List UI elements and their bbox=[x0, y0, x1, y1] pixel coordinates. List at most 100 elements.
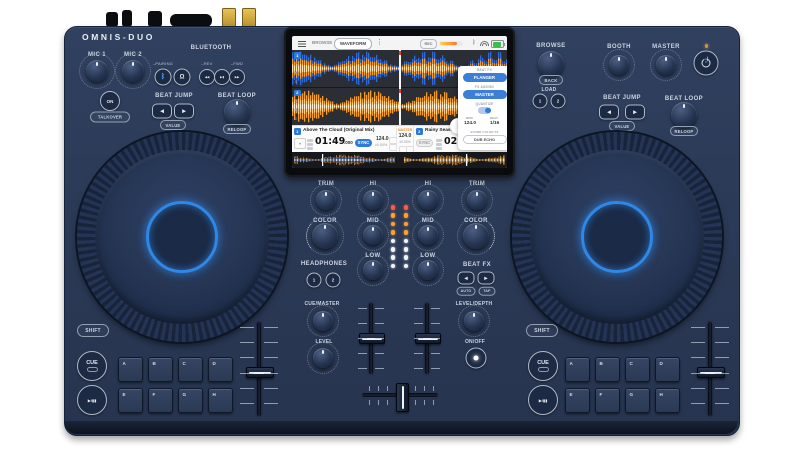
grid-icon[interactable]: ≡ bbox=[295, 80, 298, 85]
jog-wheel-right[interactable] bbox=[512, 132, 722, 342]
color-knob-1[interactable] bbox=[312, 223, 338, 249]
hot-cue-icon[interactable]: ◎ bbox=[295, 99, 299, 104]
low-knob-1[interactable] bbox=[363, 260, 383, 280]
performance-pad-e[interactable]: E bbox=[118, 388, 143, 413]
play-pause-button-right[interactable]: ▶/▮▮ bbox=[528, 385, 558, 415]
performance-pad-a[interactable]: A bbox=[565, 357, 590, 382]
deck1-bpm: 124.0 bbox=[376, 137, 389, 142]
fx-assign-button[interactable]: MASTER bbox=[463, 90, 507, 100]
beat-marker-deck1 bbox=[399, 51, 401, 55]
mid-knob-1[interactable] bbox=[363, 225, 383, 245]
performance-pad-d[interactable]: D bbox=[208, 357, 233, 382]
performance-pad-d[interactable]: D bbox=[655, 357, 680, 382]
mic2-knob[interactable] bbox=[122, 60, 144, 82]
deck1-track-title[interactable]: Above The Cloud (Original Mix) bbox=[303, 129, 374, 134]
rec-button[interactable]: REC bbox=[420, 39, 437, 49]
color-knob-2[interactable] bbox=[463, 223, 489, 249]
waveform-zone[interactable]: 1 ◎ ◀| ≡ 2 ◎ ◀| ≡ ⋮ BEAT FX FLANGER FX A… bbox=[292, 50, 507, 125]
crossfader-tick bbox=[433, 400, 434, 405]
hot-cue-icon[interactable]: ◎ bbox=[295, 62, 299, 67]
performance-pad-e[interactable]: E bbox=[565, 388, 590, 413]
hi-knob-1[interactable] bbox=[363, 190, 383, 210]
beat-fx-back-button[interactable]: ◀ bbox=[458, 272, 475, 285]
grid-icon[interactable]: ≡ bbox=[295, 117, 298, 122]
performance-pad-g[interactable]: G bbox=[178, 388, 203, 413]
shift-button-right[interactable]: SHIFT bbox=[526, 324, 558, 337]
deck2-sync-button[interactable]: SYNC bbox=[416, 139, 433, 147]
bluetooth-rev-button[interactable]: ◀◀ bbox=[199, 69, 215, 85]
bluetooth-monitor-button[interactable]: Ω bbox=[174, 69, 191, 86]
low-knob-2[interactable] bbox=[418, 260, 438, 280]
hi-knob-2[interactable] bbox=[418, 190, 438, 210]
deck1-collapse-button[interactable]: ▼ bbox=[294, 138, 306, 149]
performance-pad-c[interactable]: C bbox=[625, 357, 650, 382]
crossfader-handle[interactable] bbox=[396, 383, 409, 412]
mic-on-button[interactable]: ON bbox=[100, 91, 120, 111]
booth-knob[interactable] bbox=[609, 55, 629, 75]
play-pause-button-left[interactable]: ▶/▮▮ bbox=[77, 385, 107, 415]
trim-knob-1[interactable] bbox=[316, 190, 336, 210]
cue-button-right[interactable]: CUE bbox=[528, 351, 558, 381]
pairing-label: –PAIRING bbox=[153, 62, 173, 66]
power-button[interactable] bbox=[694, 51, 719, 76]
master-knob[interactable] bbox=[656, 55, 676, 75]
deck1-sync-button[interactable]: SYNC bbox=[355, 139, 372, 147]
shift-button-left[interactable]: SHIFT bbox=[77, 324, 109, 337]
rear-jack-port bbox=[122, 10, 132, 27]
bluetooth-playpause-button[interactable]: ▶▮ bbox=[214, 69, 230, 85]
beat-jump-back-button-right[interactable]: ◀ bbox=[599, 105, 619, 120]
jog-wheel-left[interactable] bbox=[77, 132, 287, 342]
level-meter-led bbox=[391, 230, 396, 235]
performance-pad-h[interactable]: H bbox=[655, 388, 680, 413]
beat-jump-icon[interactable]: ◀| bbox=[294, 108, 299, 113]
browse-knob[interactable] bbox=[538, 51, 564, 77]
mic1-knob[interactable] bbox=[86, 60, 108, 82]
fx-select-button[interactable]: FLANGER bbox=[463, 73, 507, 83]
trim-knob-2[interactable] bbox=[467, 190, 487, 210]
performance-pad-b[interactable]: B bbox=[148, 357, 173, 382]
fx-assign-label: FX ASSIGN bbox=[458, 85, 507, 89]
jog-face-left[interactable] bbox=[95, 150, 269, 324]
performance-pad-h[interactable]: H bbox=[208, 388, 233, 413]
headphones-cue-2-button[interactable]: 2 bbox=[326, 273, 341, 288]
beat-jump-icon[interactable]: ◀| bbox=[294, 71, 299, 76]
level-meter-led bbox=[404, 213, 409, 218]
fx-on-off-button[interactable] bbox=[466, 348, 487, 369]
menu-icon[interactable] bbox=[298, 41, 306, 47]
performance-pad-c[interactable]: C bbox=[178, 357, 203, 382]
performance-pad-f[interactable]: F bbox=[595, 388, 620, 413]
bluetooth-fwd-button[interactable]: ▶▶ bbox=[229, 69, 245, 85]
power-led bbox=[705, 44, 709, 48]
beat-loop-knob-right[interactable] bbox=[671, 102, 697, 128]
tab-waveform[interactable]: WAVEFORM bbox=[334, 38, 372, 51]
sound-color-fx-button[interactable]: DUB ECHO bbox=[463, 135, 507, 144]
headphones-cue-1-button[interactable]: 1 bbox=[307, 273, 322, 288]
fader-tick bbox=[358, 338, 367, 339]
performance-pad-b[interactable]: B bbox=[595, 357, 620, 382]
jog-face-right[interactable] bbox=[530, 150, 704, 324]
performance-pad-f[interactable]: F bbox=[148, 388, 173, 413]
load-1-button[interactable]: 1 bbox=[533, 94, 548, 109]
fx-level-depth-knob[interactable] bbox=[464, 311, 484, 331]
beat-jump-fwd-button-right[interactable]: ▶ bbox=[625, 105, 645, 120]
cue-button-left[interactable]: CUE bbox=[77, 351, 107, 381]
beat-jump-back-button-left[interactable]: ◀ bbox=[152, 104, 172, 119]
fader-tick bbox=[240, 373, 254, 374]
quantize-toggle[interactable] bbox=[478, 107, 491, 114]
load-2-button[interactable]: 2 bbox=[551, 94, 566, 109]
touchscreen[interactable]: BROWSE WAVEFORM ⋮ REC ᛒ 1 ◎ ◀| ≡ 2 ◎ ◀| … bbox=[292, 36, 507, 168]
performance-pad-a[interactable]: A bbox=[118, 357, 143, 382]
bluetooth-pairing-button[interactable]: ᛒ bbox=[155, 69, 172, 86]
beat-fx-fwd-button[interactable]: ▶ bbox=[478, 272, 495, 285]
more-menu-icon[interactable]: ⋮ bbox=[376, 39, 383, 46]
beat-loop-knob-left[interactable] bbox=[224, 99, 250, 125]
headphones-level-knob[interactable] bbox=[313, 348, 333, 368]
mid-knob-2[interactable] bbox=[418, 225, 438, 245]
performance-pad-g[interactable]: G bbox=[625, 388, 650, 413]
crossfader-tick bbox=[369, 386, 370, 391]
beat-jump-fwd-button-left[interactable]: ▶ bbox=[174, 104, 194, 119]
cue-master-knob[interactable] bbox=[313, 311, 333, 331]
tab-browse[interactable]: BROWSE bbox=[312, 41, 332, 46]
deck1-overview-waveform[interactable] bbox=[294, 154, 395, 166]
deck2-overview-waveform[interactable] bbox=[404, 154, 505, 166]
